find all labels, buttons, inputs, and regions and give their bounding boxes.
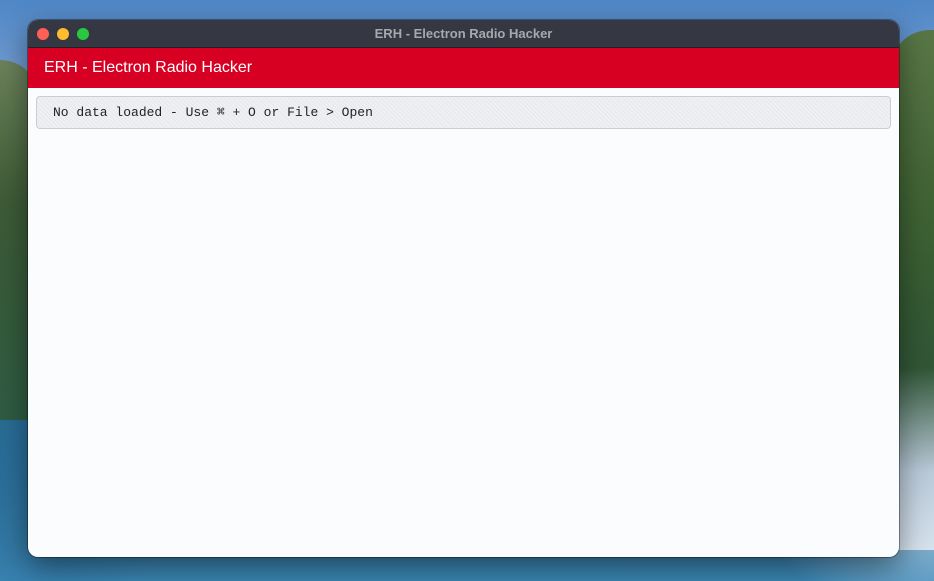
- status-bar: No data loaded - Use ⌘ + O or File > Ope…: [36, 96, 891, 129]
- window-titlebar[interactable]: ERH - Electron Radio Hacker: [28, 20, 899, 48]
- window-title: ERH - Electron Radio Hacker: [374, 26, 553, 41]
- app-header: ERH - Electron Radio Hacker: [28, 48, 899, 88]
- traffic-lights: [37, 28, 89, 40]
- maximize-window-button[interactable]: [77, 28, 89, 40]
- close-window-button[interactable]: [37, 28, 49, 40]
- status-message: No data loaded - Use ⌘ + O or File > Ope…: [53, 105, 373, 120]
- minimize-window-button[interactable]: [57, 28, 69, 40]
- app-title: ERH - Electron Radio Hacker: [44, 59, 253, 76]
- app-window: ERH - Electron Radio Hacker ERH - Electr…: [28, 20, 899, 557]
- main-content: No data loaded - Use ⌘ + O or File > Ope…: [28, 88, 899, 137]
